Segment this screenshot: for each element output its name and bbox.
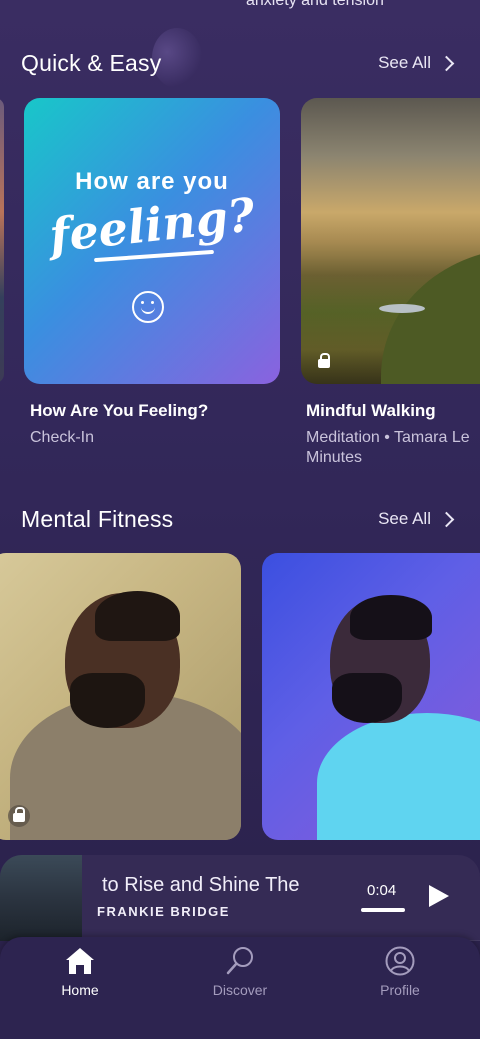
lock-icon-badge	[8, 805, 30, 827]
previous-card[interactable]	[0, 98, 4, 383]
tab-label-home: Home	[61, 982, 99, 998]
now-playing-title: to Rise and Shine The	[102, 874, 300, 896]
bottom-tab-bar: Home Discover Profile	[0, 937, 480, 1039]
tab-discover[interactable]: Discover	[160, 937, 320, 1039]
landscape-image	[381, 248, 480, 384]
card-subtitle: Check-In	[30, 429, 95, 446]
tab-label-profile: Profile	[380, 982, 420, 998]
tab-profile[interactable]: Profile	[320, 937, 480, 1039]
see-all-mental-fitness-button[interactable]: See All	[378, 509, 456, 529]
card-title[interactable]: Mindful Walking	[306, 401, 436, 421]
section-title-mental-fitness: Mental Fitness	[21, 506, 174, 532]
previous-item-subtitle: anxiety and tension	[246, 0, 384, 9]
home-icon	[66, 948, 94, 974]
see-all-label: See All	[378, 53, 431, 72]
card-mental-fitness-2[interactable]	[262, 553, 480, 840]
tab-label-discover: Discover	[212, 982, 268, 998]
smiley-icon	[132, 291, 164, 323]
chevron-right-icon	[438, 55, 455, 71]
profile-icon	[385, 946, 415, 976]
lock-icon	[318, 353, 330, 370]
card-mental-fitness-1[interactable]	[0, 553, 241, 840]
card-mindful-walking[interactable]	[301, 98, 480, 384]
card-subtitle-line2: Minutes	[306, 449, 363, 466]
see-all-quick-easy-button[interactable]: See All	[378, 53, 456, 73]
progress-bar[interactable]	[361, 908, 405, 912]
now-playing-artist: FRANKIE BRIDGE	[97, 904, 230, 919]
play-icon[interactable]	[429, 885, 449, 907]
now-playing-artwork	[0, 855, 82, 941]
section-title-quick-easy: Quick & Easy	[21, 50, 162, 76]
card-how-are-you-feeling[interactable]: How are you feeling?	[24, 98, 280, 384]
chevron-right-icon	[438, 511, 455, 527]
discover-icon	[226, 947, 253, 975]
card-subtitle: Meditation • Tamara Le	[306, 429, 470, 446]
now-playing-bar[interactable]: to Rise and Shine The FRANKIE BRIDGE 0:0…	[0, 855, 480, 941]
lock-icon	[13, 807, 25, 824]
tab-home[interactable]: Home	[0, 937, 160, 1039]
card-title[interactable]: How Are You Feeling?	[30, 401, 208, 421]
now-playing-time: 0:04	[367, 882, 397, 899]
see-all-label: See All	[378, 509, 431, 528]
lake-shape	[379, 304, 425, 313]
